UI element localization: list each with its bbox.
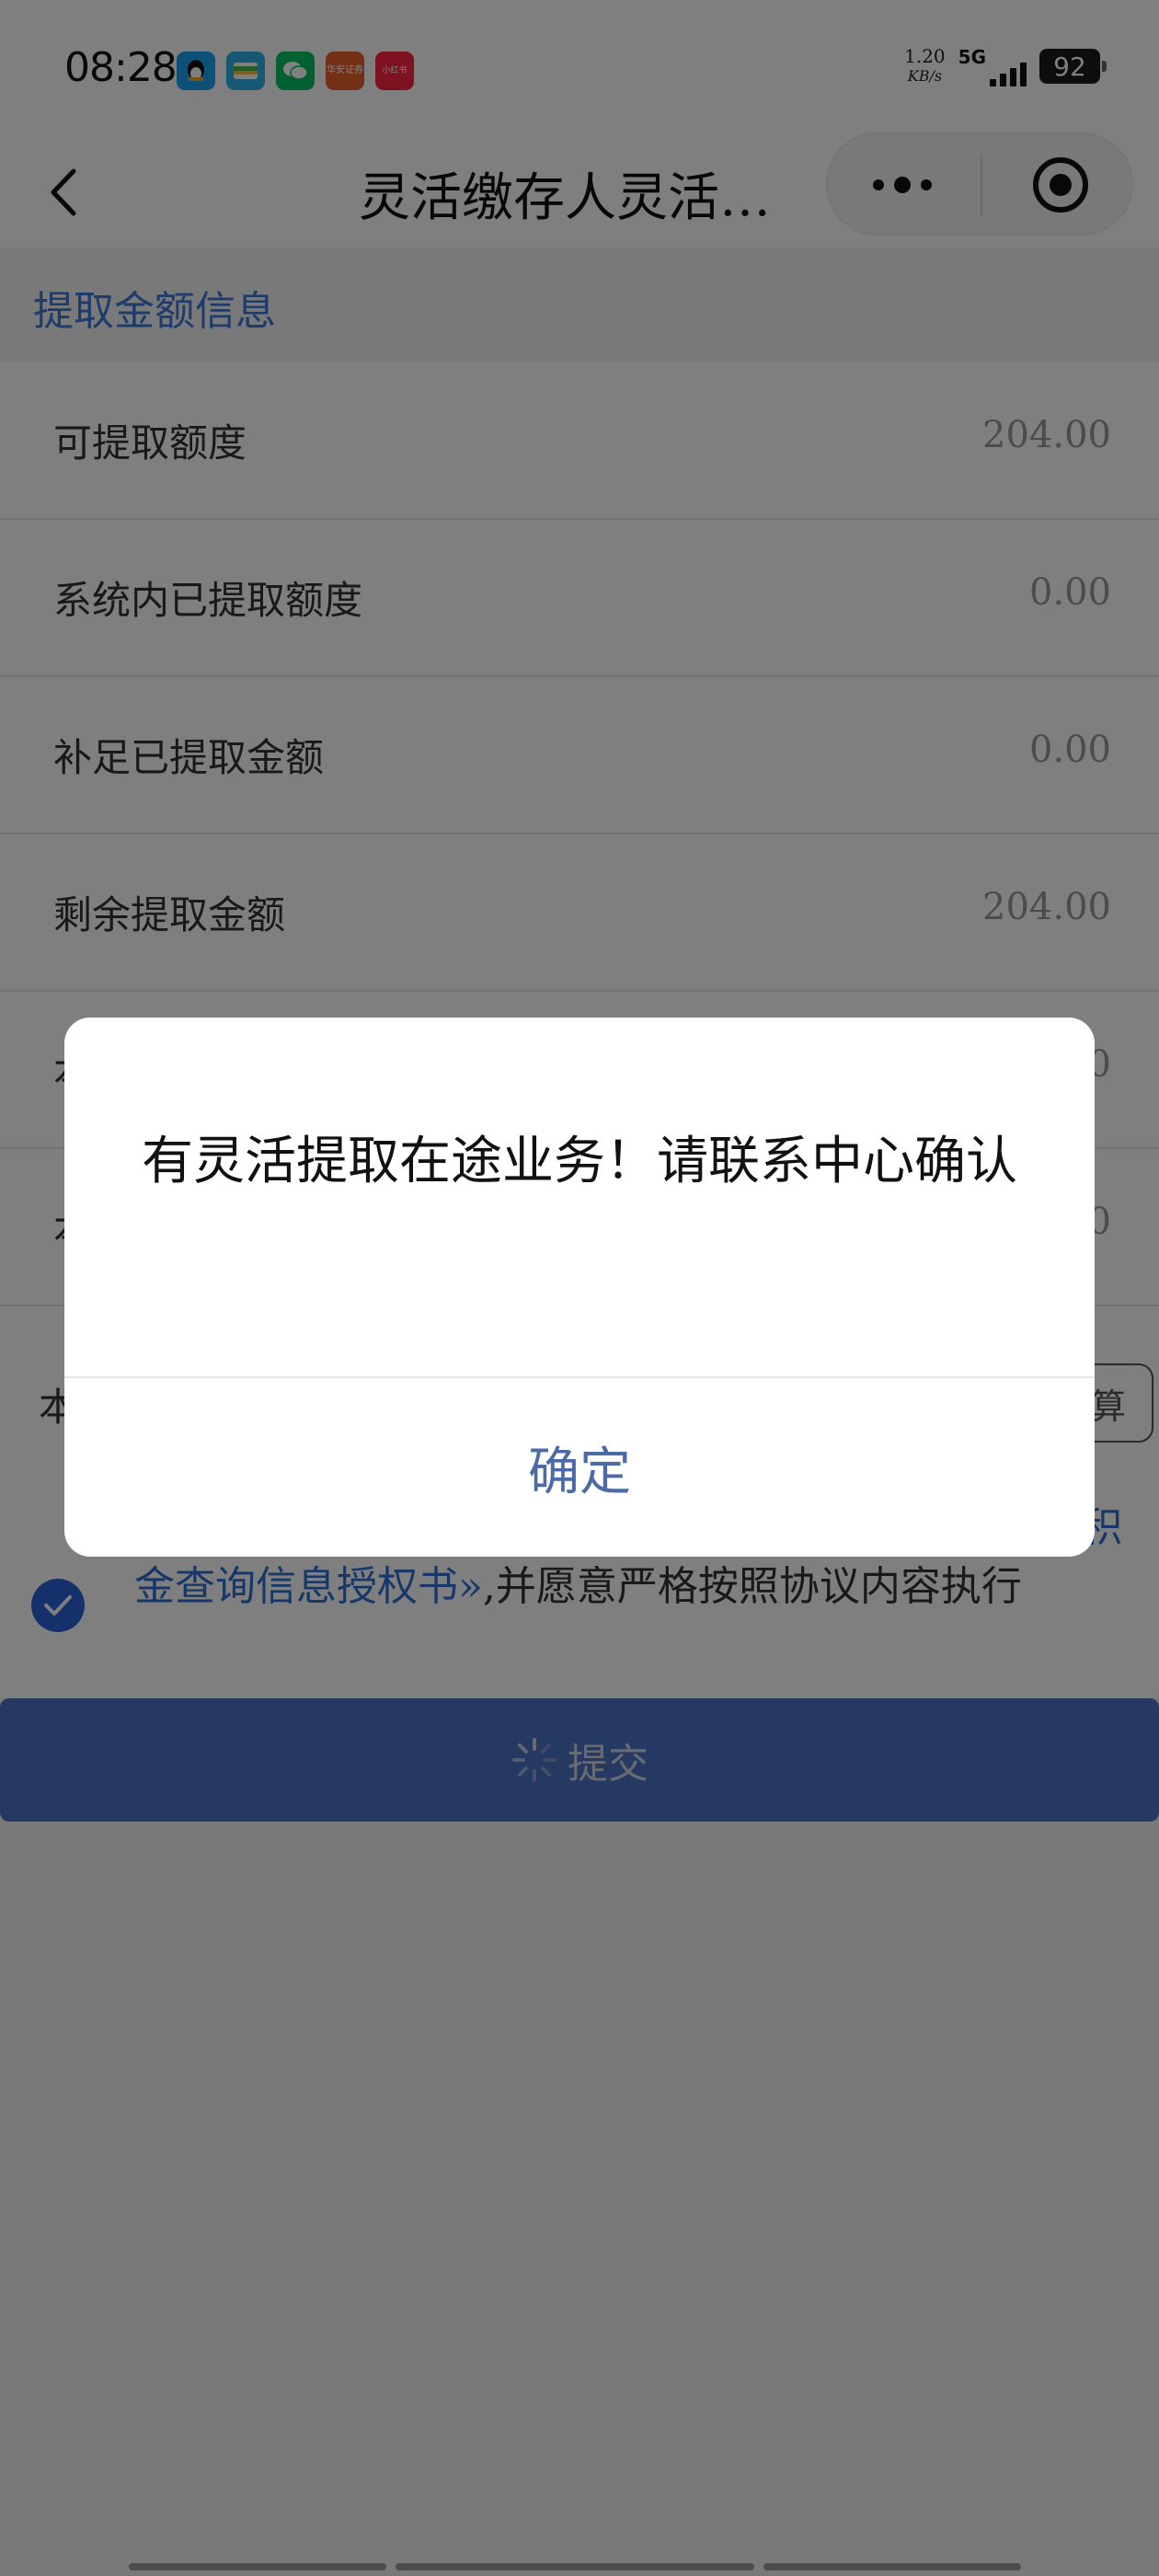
alert-dialog: 有灵活提取在途业务！请联系中心确认 确定 — [64, 1018, 1095, 1557]
confirm-button[interactable]: 确定 — [64, 1378, 1095, 1557]
dialog-message: 有灵活提取在途业务！请联系中心确认 — [142, 1132, 1017, 1191]
